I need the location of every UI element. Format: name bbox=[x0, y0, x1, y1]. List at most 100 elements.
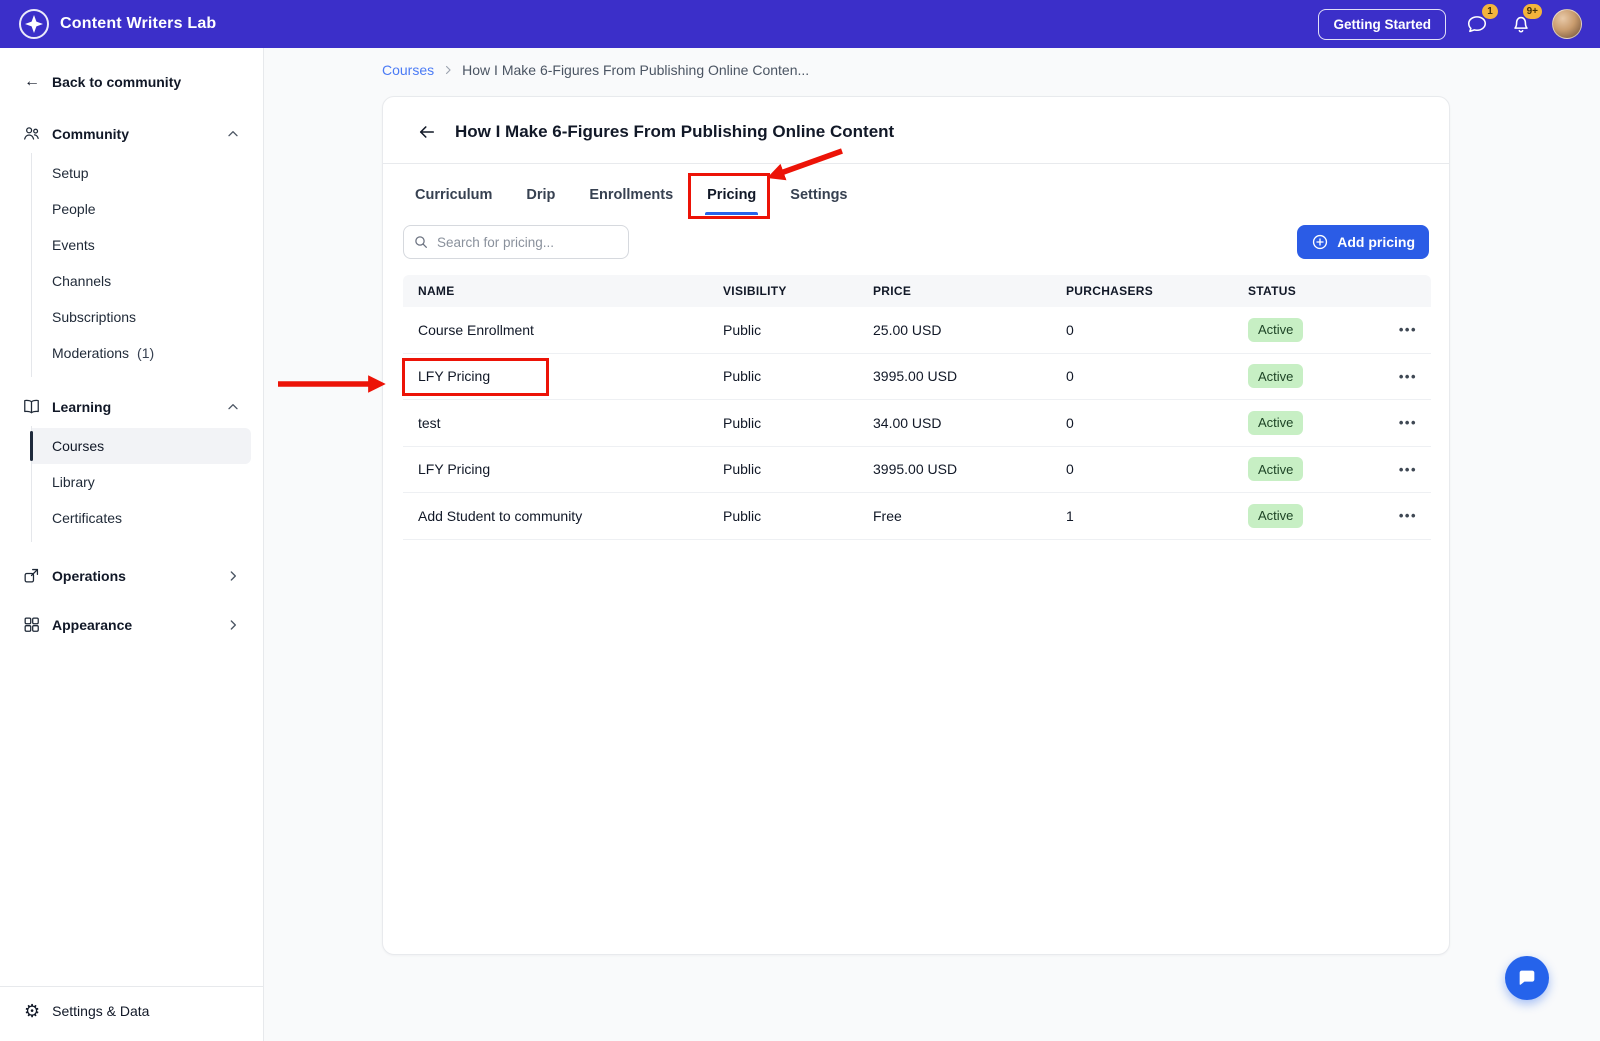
operations-icon bbox=[24, 568, 39, 583]
sidebar-section-community[interactable]: Community bbox=[0, 114, 263, 153]
sidebar-section-appearance[interactable]: Appearance bbox=[0, 605, 263, 644]
status-badge: Active bbox=[1248, 364, 1304, 389]
sidebar-item-people[interactable]: People bbox=[32, 191, 251, 227]
sidebar-item-label: Moderations bbox=[52, 344, 130, 361]
breadcrumb-courses-link[interactable]: Courses bbox=[382, 62, 434, 78]
pricing-purchasers: 0 bbox=[1066, 368, 1074, 385]
sidebar-section-learning[interactable]: Learning bbox=[0, 387, 263, 426]
main-content: Courses How I Make 6-Figures From Publis… bbox=[264, 48, 1600, 1041]
chat-widget-icon bbox=[1519, 970, 1535, 985]
pricing-purchasers: 0 bbox=[1066, 461, 1074, 478]
pricing-name: Add Student to community bbox=[418, 507, 583, 524]
row-menu-button[interactable]: ••• bbox=[1393, 318, 1423, 341]
column-header-purchasers: PURCHASERS bbox=[1066, 284, 1154, 298]
pricing-purchasers: 0 bbox=[1066, 414, 1074, 431]
row-menu-button[interactable]: ••• bbox=[1393, 504, 1423, 527]
chat-messages-button[interactable]: 1 bbox=[1464, 4, 1498, 37]
learning-icon bbox=[24, 399, 39, 414]
row-menu-button[interactable]: ••• bbox=[1393, 365, 1423, 388]
pricing-row: Add Student to community Public Free 1 A… bbox=[403, 493, 1431, 540]
gear-icon: ⚙ bbox=[24, 1001, 41, 1021]
pricing-price: 3995.00 USD bbox=[873, 368, 958, 385]
pricing-name: LFY Pricing bbox=[418, 461, 491, 478]
column-header-status: STATUS bbox=[1248, 284, 1297, 298]
column-header-price: PRICE bbox=[873, 284, 912, 298]
chevron-up-icon bbox=[228, 403, 238, 409]
column-header-name: NAME bbox=[418, 284, 455, 298]
tab-enrollments[interactable]: Enrollments bbox=[587, 179, 675, 215]
tab-drip[interactable]: Drip bbox=[524, 179, 557, 215]
breadcrumb: Courses How I Make 6-Figures From Publis… bbox=[382, 62, 809, 78]
moderations-count: (1) bbox=[137, 344, 155, 361]
sidebar-item-certificates[interactable]: Certificates bbox=[32, 500, 251, 536]
chat-widget-button[interactable] bbox=[1505, 956, 1549, 1000]
pricing-visibility: Public bbox=[723, 414, 762, 431]
add-pricing-label: Add pricing bbox=[1337, 234, 1415, 250]
sidebar-item-subscriptions[interactable]: Subscriptions bbox=[32, 299, 251, 335]
breadcrumb-current: How I Make 6-Figures From Publishing Onl… bbox=[462, 62, 810, 78]
sidebar-item-moderations[interactable]: Moderations (1) bbox=[32, 335, 251, 371]
row-menu-button[interactable]: ••• bbox=[1393, 458, 1423, 481]
chevron-right-icon bbox=[441, 63, 455, 77]
settings-and-data-link[interactable]: ⚙ Settings & Data bbox=[0, 986, 263, 1041]
user-avatar[interactable] bbox=[1552, 9, 1582, 39]
sidebar-section-community-label: Community bbox=[52, 125, 129, 142]
pricing-table-header: NAME VISIBILITY PRICE PURCHASERS STATUS bbox=[403, 275, 1431, 307]
status-badge: Active bbox=[1248, 457, 1304, 482]
sidebar-item-events[interactable]: Events bbox=[32, 227, 251, 263]
sidebar-item-label: Subscriptions bbox=[52, 308, 137, 325]
pricing-row: test Public 34.00 USD 0 Active ••• bbox=[403, 400, 1431, 447]
status-badge: Active bbox=[1248, 503, 1304, 528]
status-badge: Active bbox=[1248, 317, 1304, 342]
pricing-name: test bbox=[418, 414, 441, 431]
pricing-visibility: Public bbox=[723, 507, 762, 524]
pricing-purchasers: 1 bbox=[1066, 507, 1074, 524]
sidebar-item-library[interactable]: Library bbox=[32, 464, 251, 500]
sidebar-section-operations[interactable]: Operations bbox=[0, 556, 263, 595]
search-icon bbox=[415, 236, 427, 248]
plus-circle-icon bbox=[1313, 234, 1328, 250]
pricing-row: LFY Pricing Public 3995.00 USD 0 Active … bbox=[402, 354, 1431, 400]
pricing-toolbar: Add pricing bbox=[403, 225, 1429, 259]
course-title: How I Make 6-Figures From Publishing Onl… bbox=[455, 122, 895, 141]
sidebar-item-label: Certificates bbox=[52, 509, 123, 526]
search-pricing-input[interactable] bbox=[403, 225, 629, 259]
row-menu-button[interactable]: ••• bbox=[1393, 411, 1423, 434]
search-wrap bbox=[403, 225, 629, 259]
appearance-icon bbox=[24, 617, 39, 632]
tab-curriculum[interactable]: Curriculum bbox=[413, 179, 494, 215]
sidebar-item-label: People bbox=[52, 200, 96, 217]
tab-pricing[interactable]: Pricing bbox=[688, 173, 771, 219]
pricing-name: LFY Pricing bbox=[418, 368, 491, 385]
back-arrow-button[interactable] bbox=[417, 122, 437, 142]
back-to-community-link[interactable]: ← Back to community bbox=[0, 48, 263, 104]
learning-sub-list: Courses Library Certificates bbox=[30, 426, 263, 542]
sidebar-item-courses[interactable]: Courses bbox=[30, 428, 251, 464]
sidebar-item-label: Channels bbox=[52, 272, 112, 289]
brand-logo-icon bbox=[19, 9, 49, 39]
pricing-price: 3995.00 USD bbox=[873, 461, 958, 478]
pricing-price: 34.00 USD bbox=[873, 414, 942, 431]
community-sub-list: Setup People Events Channels Subscriptio… bbox=[31, 153, 263, 377]
pricing-price: Free bbox=[873, 507, 902, 524]
notifications-button[interactable]: 9+ bbox=[1508, 4, 1542, 37]
settings-and-data-label: Settings & Data bbox=[52, 1003, 150, 1019]
pricing-purchasers: 0 bbox=[1066, 321, 1074, 338]
getting-started-button[interactable]: Getting Started bbox=[1318, 8, 1446, 40]
back-to-community-label: Back to community bbox=[52, 74, 182, 90]
chat-badge: 1 bbox=[1482, 4, 1498, 19]
course-header: How I Make 6-Figures From Publishing Onl… bbox=[383, 97, 1449, 164]
sidebar-item-label: Library bbox=[52, 473, 95, 490]
chevron-right-icon bbox=[230, 619, 236, 630]
add-pricing-button[interactable]: Add pricing bbox=[1297, 225, 1429, 259]
brand-name: Content Writers Lab bbox=[60, 15, 217, 32]
pricing-visibility: Public bbox=[723, 368, 762, 385]
pricing-row: LFY Pricing Public 3995.00 USD 0 Active … bbox=[403, 447, 1431, 493]
tab-settings[interactable]: Settings bbox=[788, 179, 849, 215]
pricing-visibility: Public bbox=[723, 461, 762, 478]
sidebar-item-label: Setup bbox=[52, 164, 89, 181]
sidebar-item-setup[interactable]: Setup bbox=[32, 155, 251, 191]
column-header-visibility: VISIBILITY bbox=[723, 284, 787, 298]
pricing-row: Course Enrollment Public 25.00 USD 0 Act… bbox=[403, 307, 1431, 354]
sidebar-item-channels[interactable]: Channels bbox=[32, 263, 251, 299]
